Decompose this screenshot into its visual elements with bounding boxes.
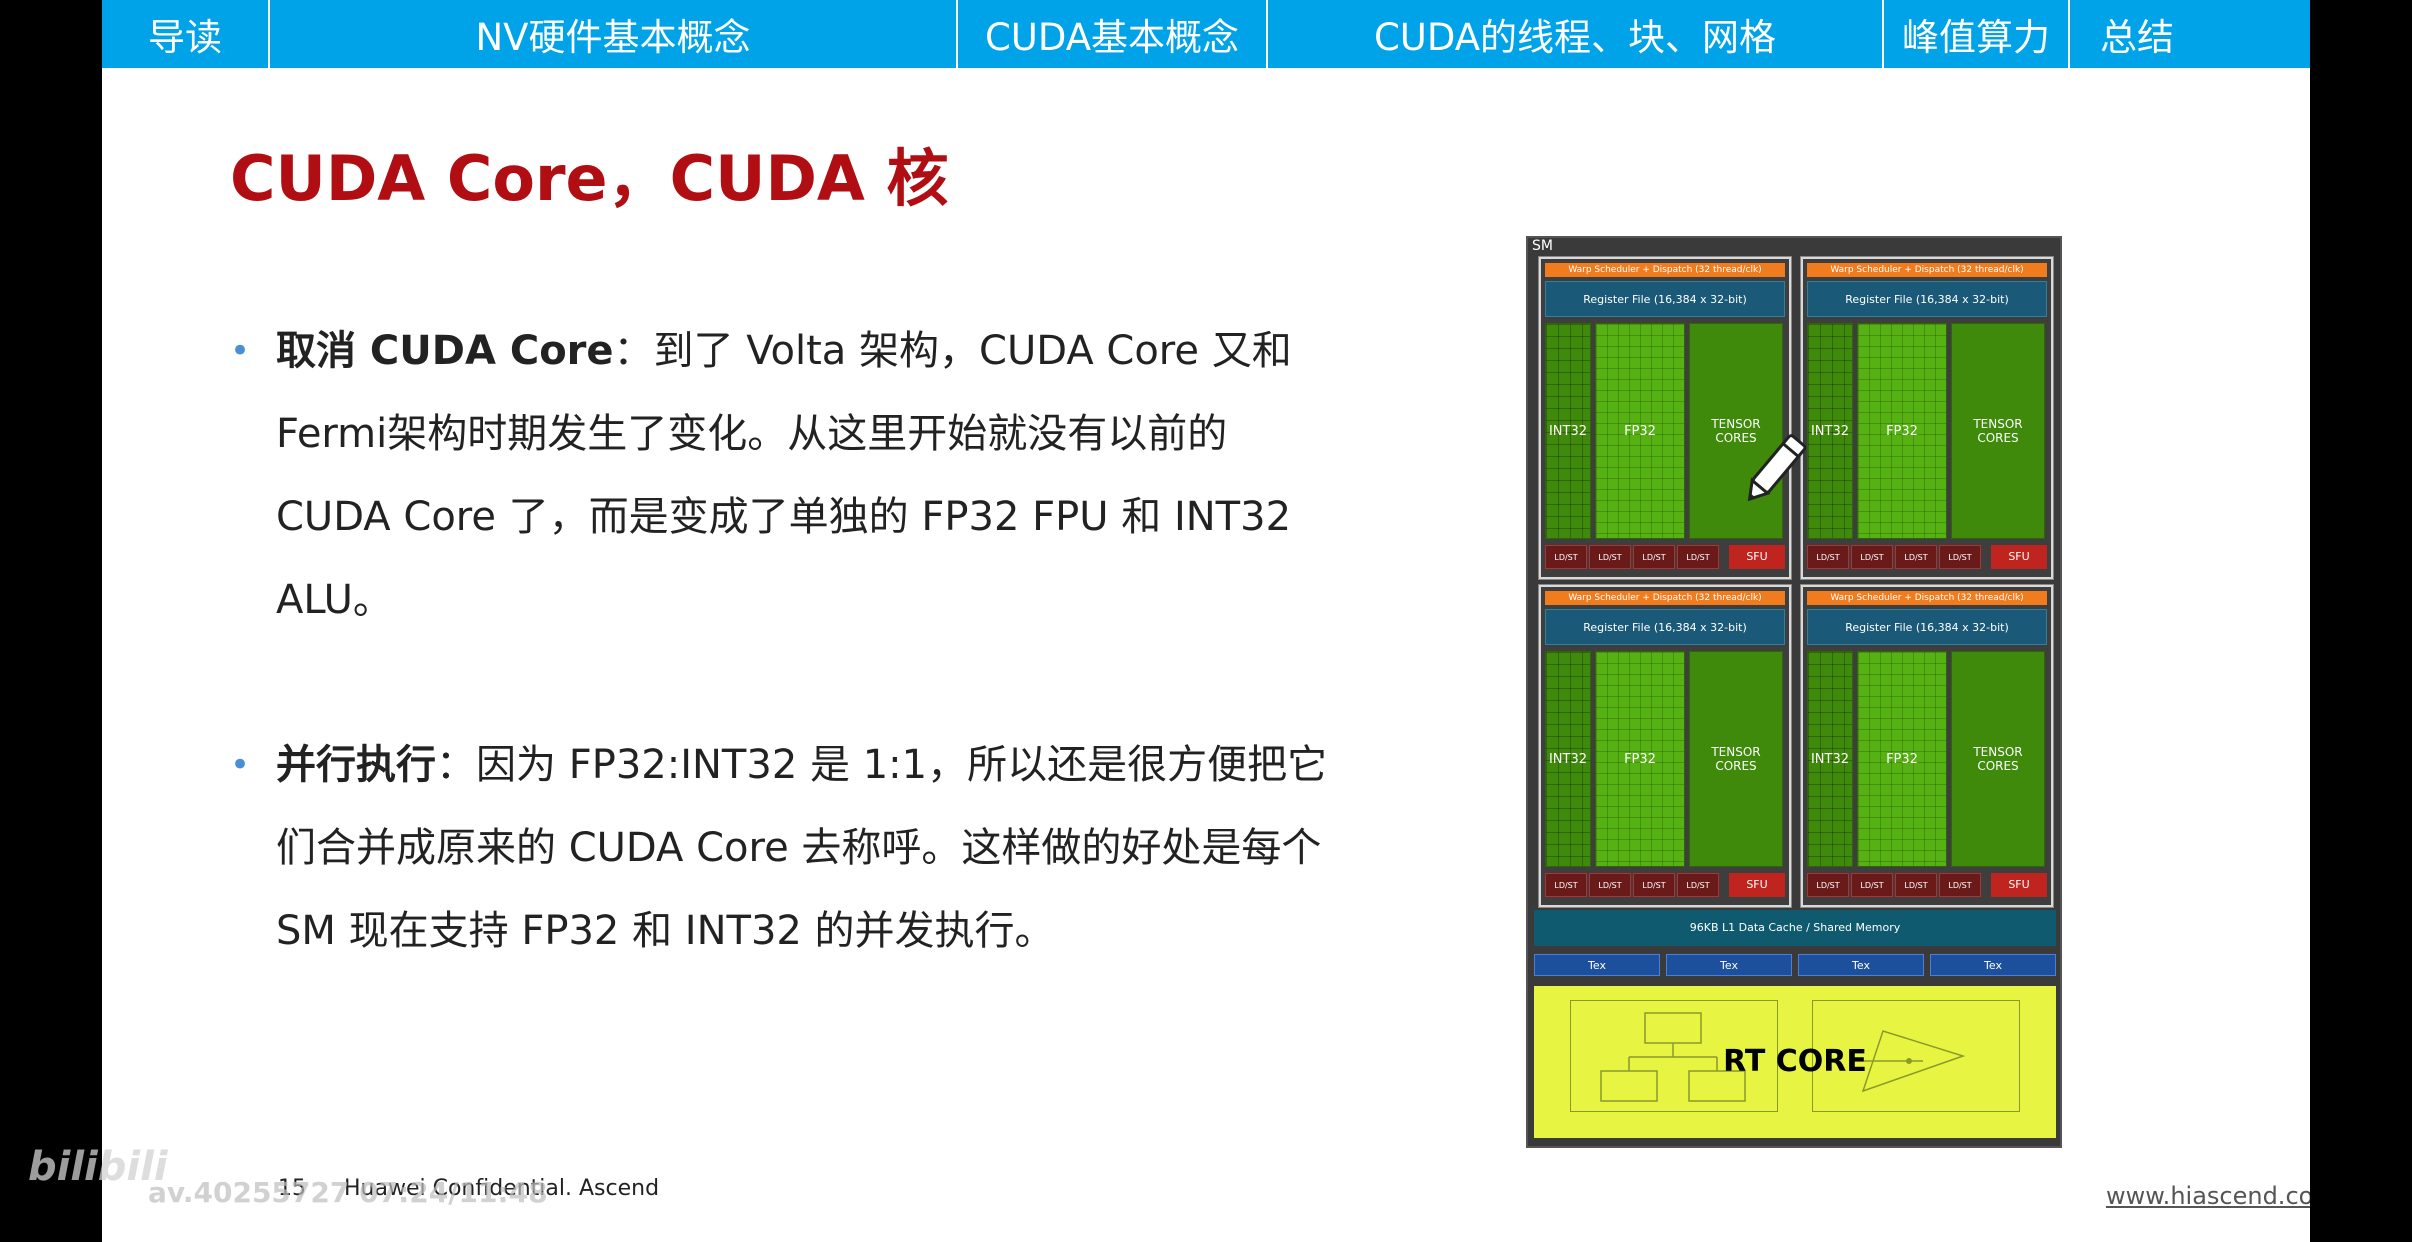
ldst-unit: LD/ST [1633,873,1675,897]
ldst-unit: LD/ST [1851,873,1893,897]
nav-tab-cuda-basics[interactable]: CUDA基本概念 [958,0,1266,68]
int32-unit: INT32 [1807,651,1853,867]
ldst-unit: LD/ST [1677,873,1719,897]
sfu-unit: SFU [1729,873,1785,897]
slide: 导读 NV硬件基本概念 CUDA基本概念 CUDA的线程、块、网格 峰值算力 总… [102,0,2310,1242]
ldst-unit: LD/ST [1545,873,1587,897]
sfu-unit: SFU [1991,873,2047,897]
ldst-unit: LD/ST [1589,545,1631,569]
ldst-row: LD/ST LD/ST LD/ST LD/ST SFU [1545,545,1785,569]
ldst-unit: LD/ST [1807,545,1849,569]
ldst-unit: LD/ST [1939,873,1981,897]
bullet-text: 并行执行：因为 FP32:INT32 是 1:1，所以还是很方便把它们合并成原来… [276,724,1336,973]
register-file: Register File (16,384 x 32-bit) [1545,281,1785,317]
int32-unit: INT32 [1545,323,1591,539]
website-link[interactable]: www.hiascend.com [2106,1182,2310,1210]
ldst-unit: LD/ST [1807,873,1849,897]
bilibili-logo: bilibili [28,1144,168,1190]
sm-partition: Warp Scheduler + Dispatch (32 thread/clk… [1538,256,1792,580]
fp32-unit: FP32 [1595,651,1685,867]
ldst-unit: LD/ST [1545,545,1587,569]
fp32-unit: FP32 [1857,323,1947,539]
l1-data-cache: 96KB L1 Data Cache / Shared Memory [1534,910,2056,946]
register-file: Register File (16,384 x 32-bit) [1807,609,2047,645]
video-id-text: av.40255727 07:24/11:48 [148,1176,548,1209]
fp32-unit: FP32 [1857,651,1947,867]
nav-tab-summary[interactable]: 总结 [2070,0,2204,68]
nav-tab-peak-compute[interactable]: 峰值算力 [1884,0,2068,68]
sm-partition: Warp Scheduler + Dispatch (32 thread/clk… [1800,584,2054,908]
bullet-item: • 并行执行：因为 FP32:INT32 是 1:1，所以还是很方便把它们合并成… [230,724,1330,1064]
bullet-lead: 取消 CUDA Core [276,328,614,374]
ldst-unit: LD/ST [1939,545,1981,569]
warp-scheduler: Warp Scheduler + Dispatch (32 thread/clk… [1545,591,1785,605]
sm-partition: Warp Scheduler + Dispatch (32 thread/clk… [1800,256,2054,580]
tex-unit: Tex [1930,954,2056,976]
register-file: Register File (16,384 x 32-bit) [1545,609,1785,645]
nav-tab-nv-hardware[interactable]: NV硬件基本概念 [270,0,956,68]
top-navigation-bar: 导读 NV硬件基本概念 CUDA基本概念 CUDA的线程、块、网格 峰值算力 总… [102,0,2310,68]
sm-partition: Warp Scheduler + Dispatch (32 thread/clk… [1538,584,1792,908]
tensor-core-unit: TENSOR CORES [1951,651,2045,867]
bullet-text: 取消 CUDA Core：到了 Volta 架构，CUDA Core 又和 Fe… [276,310,1336,642]
ldst-unit: LD/ST [1895,873,1937,897]
warp-scheduler: Warp Scheduler + Dispatch (32 thread/clk… [1807,591,2047,605]
bullet-lead: 并行执行 [276,742,436,788]
ldst-row: LD/ST LD/ST LD/ST LD/ST SFU [1807,873,2047,897]
nav-tab-intro[interactable]: 导读 [102,0,268,68]
rt-core: RT CORE [1534,986,2056,1138]
tex-unit: Tex [1534,954,1660,976]
ldst-row: LD/ST LD/ST LD/ST LD/ST SFU [1807,545,2047,569]
fp32-unit: FP32 [1595,323,1685,539]
tex-unit: Tex [1798,954,1924,976]
video-watermark: bilibili av.40255727 07:24/11:48 [28,1130,548,1230]
slide-title: CUDA Core，CUDA 核 [230,142,949,215]
sm-architecture-diagram: SM Warp Scheduler + Dispatch (32 thread/… [1526,236,2062,1148]
bullet-item: • 取消 CUDA Core：到了 Volta 架构，CUDA Core 又和 … [230,310,1330,650]
ldst-unit: LD/ST [1633,545,1675,569]
tensor-core-unit: TENSOR CORES [1951,323,2045,539]
bullet-dot-icon: • [230,331,251,371]
sfu-unit: SFU [1729,545,1785,569]
register-file: Register File (16,384 x 32-bit) [1807,281,2047,317]
nav-tab-cuda-threads[interactable]: CUDA的线程、块、网格 [1268,0,1882,68]
ldst-unit: LD/ST [1851,545,1893,569]
warp-scheduler: Warp Scheduler + Dispatch (32 thread/clk… [1807,263,2047,277]
ldst-unit: LD/ST [1589,873,1631,897]
rt-core-label: RT CORE [1723,1044,1867,1079]
warp-scheduler: Warp Scheduler + Dispatch (32 thread/clk… [1545,263,1785,277]
pencil-icon [1747,434,1807,502]
tensor-core-unit: TENSOR CORES [1689,651,1783,867]
int32-unit: INT32 [1545,651,1591,867]
sm-label: SM [1532,238,1553,254]
bullet-dot-icon: • [230,745,251,785]
tex-unit: Tex [1666,954,1792,976]
ldst-unit: LD/ST [1895,545,1937,569]
sfu-unit: SFU [1991,545,2047,569]
ldst-row: LD/ST LD/ST LD/ST LD/ST SFU [1545,873,1785,897]
ldst-unit: LD/ST [1677,545,1719,569]
